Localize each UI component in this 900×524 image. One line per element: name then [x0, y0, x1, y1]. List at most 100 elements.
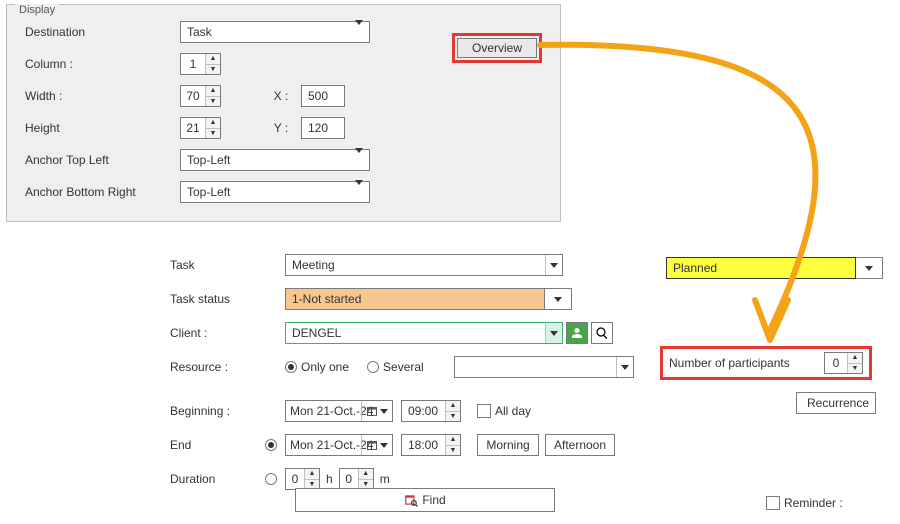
chevron-up-icon[interactable]: ▲ [206, 54, 220, 64]
afternoon-button[interactable]: Afternoon [545, 434, 615, 456]
anchor-br-select[interactable]: Top-Left [180, 181, 370, 203]
anchor-tl-label: Anchor Top Left [19, 153, 180, 167]
participants-highlight: Number of participants 0 ▲▼ [660, 346, 872, 380]
display-legend: Display [15, 4, 59, 16]
anchor-tl-value: Top-Left [187, 153, 230, 167]
chevron-down-icon[interactable] [545, 323, 562, 343]
chevron-down-icon[interactable] [545, 255, 562, 275]
end-time-input[interactable]: 18:00 ▲▼ [401, 434, 461, 456]
calendar-icon[interactable] [361, 435, 392, 455]
chevron-down-icon[interactable]: ▼ [446, 411, 460, 422]
status-select[interactable]: 1-Not started [285, 288, 545, 310]
task-select[interactable]: Meeting [285, 254, 563, 276]
recurrence-button[interactable]: Recurrence [796, 392, 876, 414]
reminder-group: Reminder : [766, 496, 843, 510]
chevron-up-icon[interactable]: ▲ [848, 353, 862, 363]
duration-m-unit: m [380, 472, 390, 486]
y-input[interactable]: 120 [301, 117, 345, 139]
duration-h-value: 0 [286, 469, 305, 489]
display-group: Display Destination Task Column : 1 ▲▼ W… [6, 4, 561, 222]
resource-several-radio[interactable] [367, 361, 379, 373]
planned-select[interactable]: Planned [666, 257, 856, 279]
client-value: DENGEL [292, 326, 341, 340]
planned-group: Planned [666, 257, 883, 279]
reminder-checkbox[interactable] [766, 496, 780, 510]
height-value: 21 [181, 118, 206, 138]
morning-button[interactable]: Morning [477, 434, 539, 456]
search-icon[interactable] [591, 322, 613, 344]
destination-select[interactable]: Task [180, 21, 370, 43]
destination-value: Task [187, 25, 212, 39]
chevron-up-icon[interactable]: ▲ [446, 401, 460, 411]
column-label: Column : [19, 57, 180, 71]
column-stepper[interactable]: 1 ▲▼ [180, 53, 221, 75]
duration-radio[interactable] [265, 473, 277, 485]
chevron-down-icon [856, 258, 882, 278]
overview-highlight: Overview [452, 33, 542, 63]
overview-button[interactable]: Overview [457, 38, 537, 58]
calendar-search-icon [404, 493, 418, 507]
status-label: Task status [170, 292, 285, 306]
chevron-up-icon[interactable]: ▲ [305, 469, 319, 479]
resource-only-one-radio[interactable] [285, 361, 297, 373]
beginning-time-value: 09:00 [408, 404, 438, 418]
status-dropdown-button[interactable] [545, 288, 572, 310]
resource-several-label: Several [383, 360, 424, 374]
width-stepper[interactable]: 70 ▲▼ [180, 85, 221, 107]
beginning-date-input[interactable]: Mon 21-Oct.-24 [285, 400, 393, 422]
chevron-up-icon[interactable]: ▲ [359, 469, 373, 479]
chevron-down-icon [355, 25, 363, 39]
chevron-down-icon [355, 185, 363, 199]
planned-value: Planned [673, 261, 717, 275]
y-label: Y : [261, 121, 301, 135]
chevron-down-icon[interactable]: ▼ [206, 64, 220, 75]
chevron-down-icon[interactable]: ▼ [206, 128, 220, 139]
chevron-up-icon[interactable]: ▲ [206, 118, 220, 128]
destination-label: Destination [19, 25, 180, 39]
chevron-down-icon[interactable] [616, 357, 633, 377]
duration-m-stepper[interactable]: 0 ▲▼ [339, 468, 374, 490]
planned-dropdown-button[interactable] [856, 257, 883, 279]
chevron-down-icon[interactable]: ▼ [446, 445, 460, 456]
client-select[interactable]: DENGEL [285, 322, 563, 344]
duration-h-unit: h [326, 472, 333, 486]
duration-m-value: 0 [340, 469, 359, 489]
person-icon[interactable] [566, 322, 588, 344]
find-button[interactable]: Find [295, 488, 555, 512]
chevron-down-icon[interactable]: ▼ [848, 363, 862, 374]
participants-label: Number of participants [669, 356, 824, 370]
beginning-label: Beginning : [170, 404, 285, 418]
task-value: Meeting [292, 258, 335, 272]
x-input[interactable]: 500 [301, 85, 345, 107]
beginning-time-input[interactable]: 09:00 ▲▼ [401, 400, 461, 422]
duration-h-stepper[interactable]: 0 ▲▼ [285, 468, 320, 490]
height-stepper[interactable]: 21 ▲▼ [180, 117, 221, 139]
chevron-up-icon[interactable]: ▲ [446, 435, 460, 445]
reminder-label: Reminder : [784, 496, 843, 510]
client-label: Client : [170, 326, 285, 340]
calendar-icon[interactable] [361, 401, 392, 421]
width-value: 70 [181, 86, 206, 106]
resource-only-one-label: Only one [301, 360, 349, 374]
chevron-down-icon[interactable]: ▼ [206, 96, 220, 107]
anchor-br-value: Top-Left [187, 185, 230, 199]
all-day-checkbox[interactable] [477, 404, 491, 418]
height-label: Height [19, 121, 180, 135]
participants-stepper[interactable]: 0 ▲▼ [824, 352, 863, 374]
chevron-up-icon[interactable]: ▲ [206, 86, 220, 96]
resource-label: Resource : [170, 360, 285, 374]
task-label: Task [170, 258, 285, 272]
status-value: 1-Not started [292, 292, 361, 306]
participants-value: 0 [825, 353, 848, 373]
anchor-br-label: Anchor Bottom Right [19, 185, 180, 199]
column-value: 1 [181, 54, 206, 74]
width-label: Width : [19, 89, 180, 103]
anchor-tl-select[interactable]: Top-Left [180, 149, 370, 171]
resource-select[interactable] [454, 356, 634, 378]
end-radio[interactable] [265, 439, 277, 451]
end-time-value: 18:00 [408, 438, 438, 452]
end-date-input[interactable]: Mon 21-Oct.-24 [285, 434, 393, 456]
chevron-down-icon [545, 289, 571, 309]
chevron-down-icon [355, 153, 363, 167]
all-day-label: All day [495, 404, 531, 418]
